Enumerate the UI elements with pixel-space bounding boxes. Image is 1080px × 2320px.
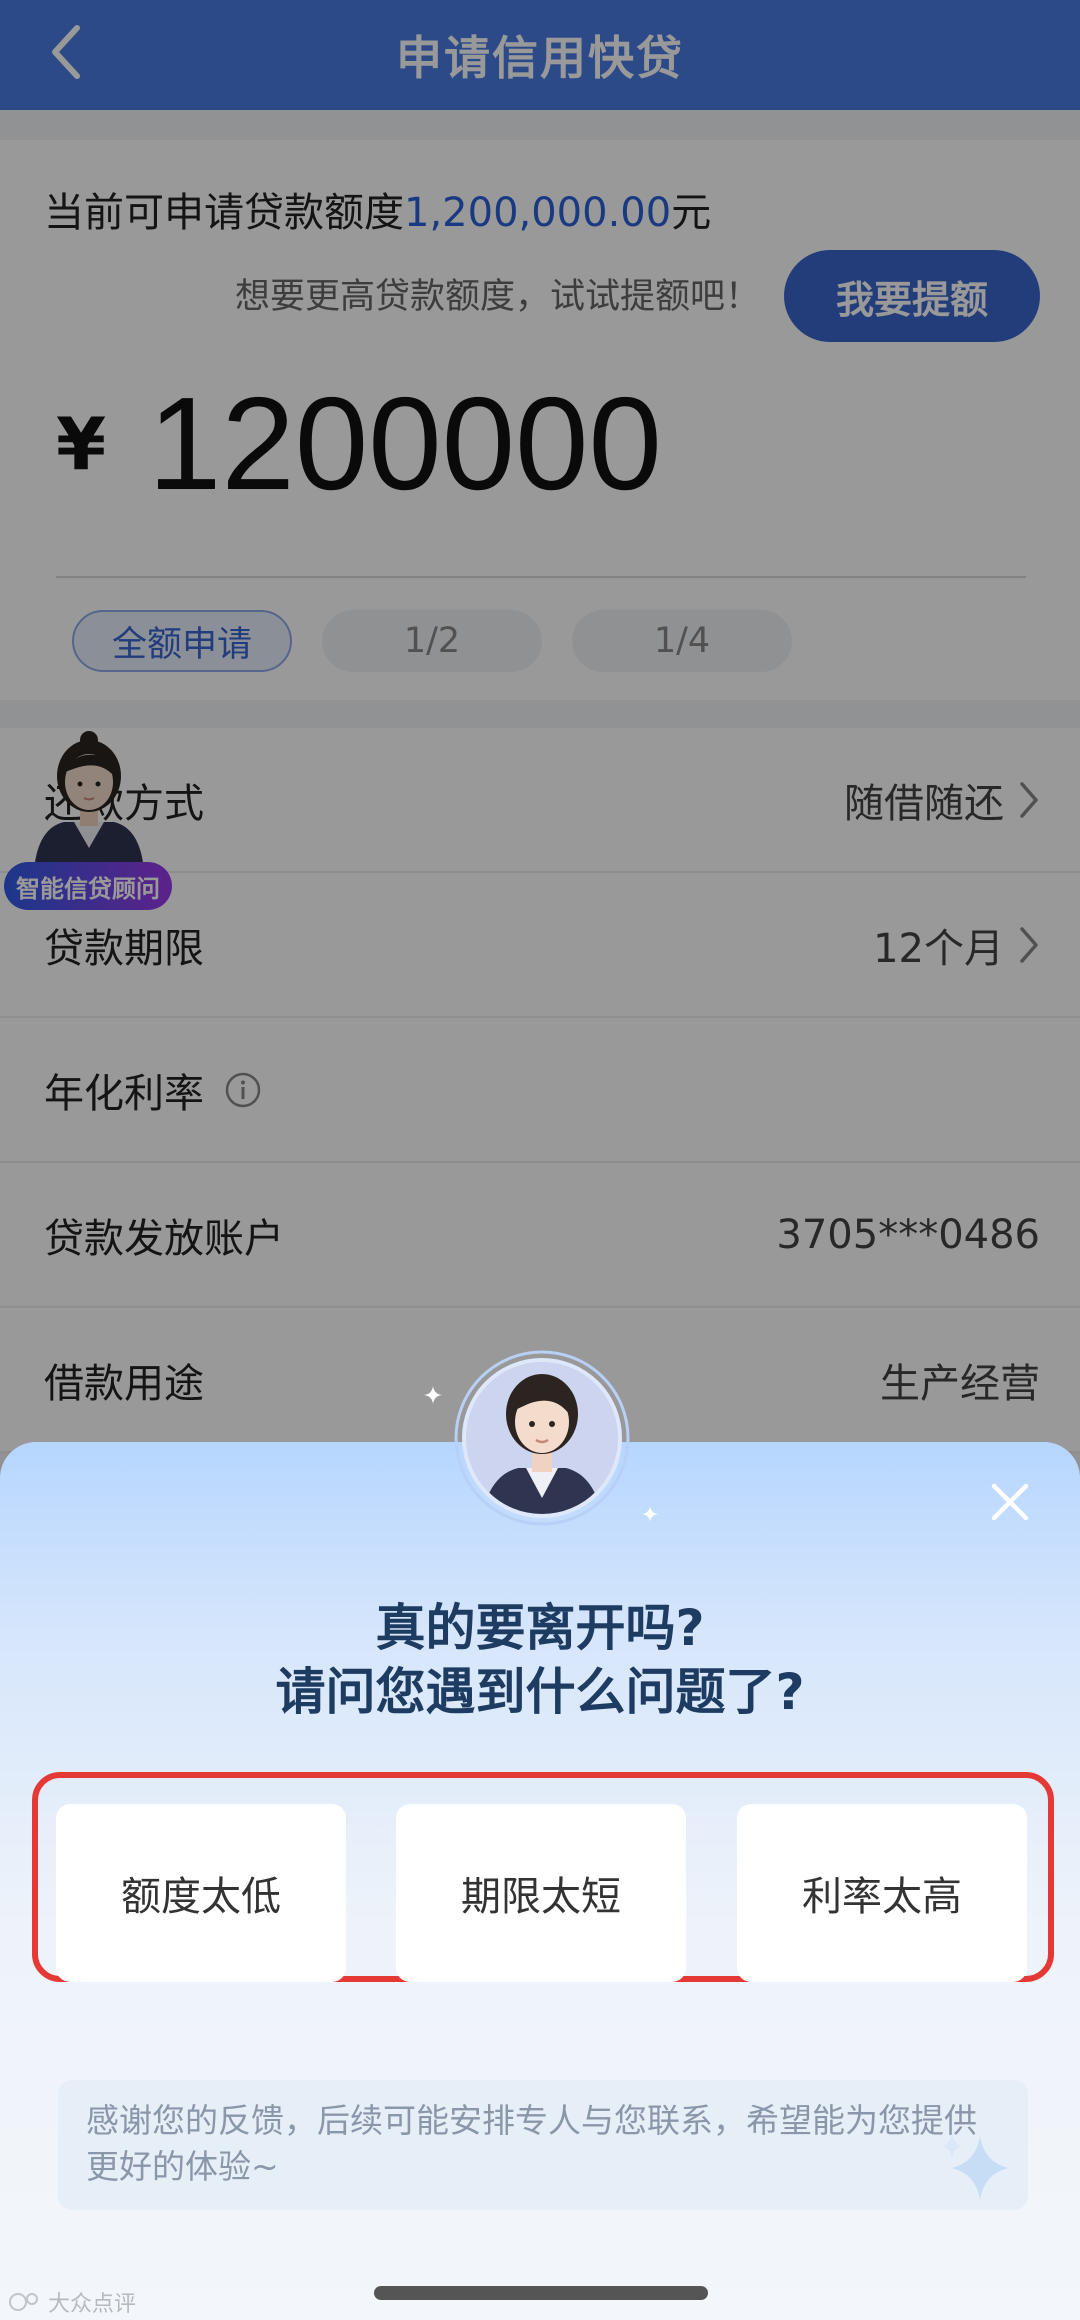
watermark: 大众点评: [8, 2286, 136, 2318]
close-icon[interactable]: [974, 1466, 1046, 1538]
option-rate-too-high[interactable]: 利率太高: [737, 1804, 1027, 1982]
home-indicator[interactable]: [374, 2286, 708, 2300]
option-limit-too-low[interactable]: 额度太低: [56, 1804, 346, 1982]
feedback-note-text: 感谢您的反馈，后续可能安排专人与您联系，希望能为您提供更好的体验~: [86, 2101, 977, 2186]
sparkle-icon: [942, 2134, 1008, 2200]
sheet-title-line1: 真的要离开吗?: [375, 1599, 705, 1657]
watermark-logo-icon: [9, 2293, 38, 2311]
sparkle-small-icon: [642, 1506, 658, 1522]
watermark-text: 大众点评: [48, 2292, 137, 2317]
advisor-portrait-icon: [454, 1350, 630, 1526]
sheet-title-line2: 请问您遇到什么问题了?: [275, 1663, 805, 1721]
sparkle-small-icon: [424, 1386, 442, 1404]
feedback-note: 感谢您的反馈，后续可能安排专人与您联系，希望能为您提供更好的体验~: [58, 2080, 1028, 2210]
sheet-title: 真的要离开吗? 请问您遇到什么问题了?: [0, 1596, 1080, 1724]
advisor-avatar-large: [452, 1348, 632, 1528]
option-term-too-short[interactable]: 期限太短: [396, 1804, 686, 1982]
